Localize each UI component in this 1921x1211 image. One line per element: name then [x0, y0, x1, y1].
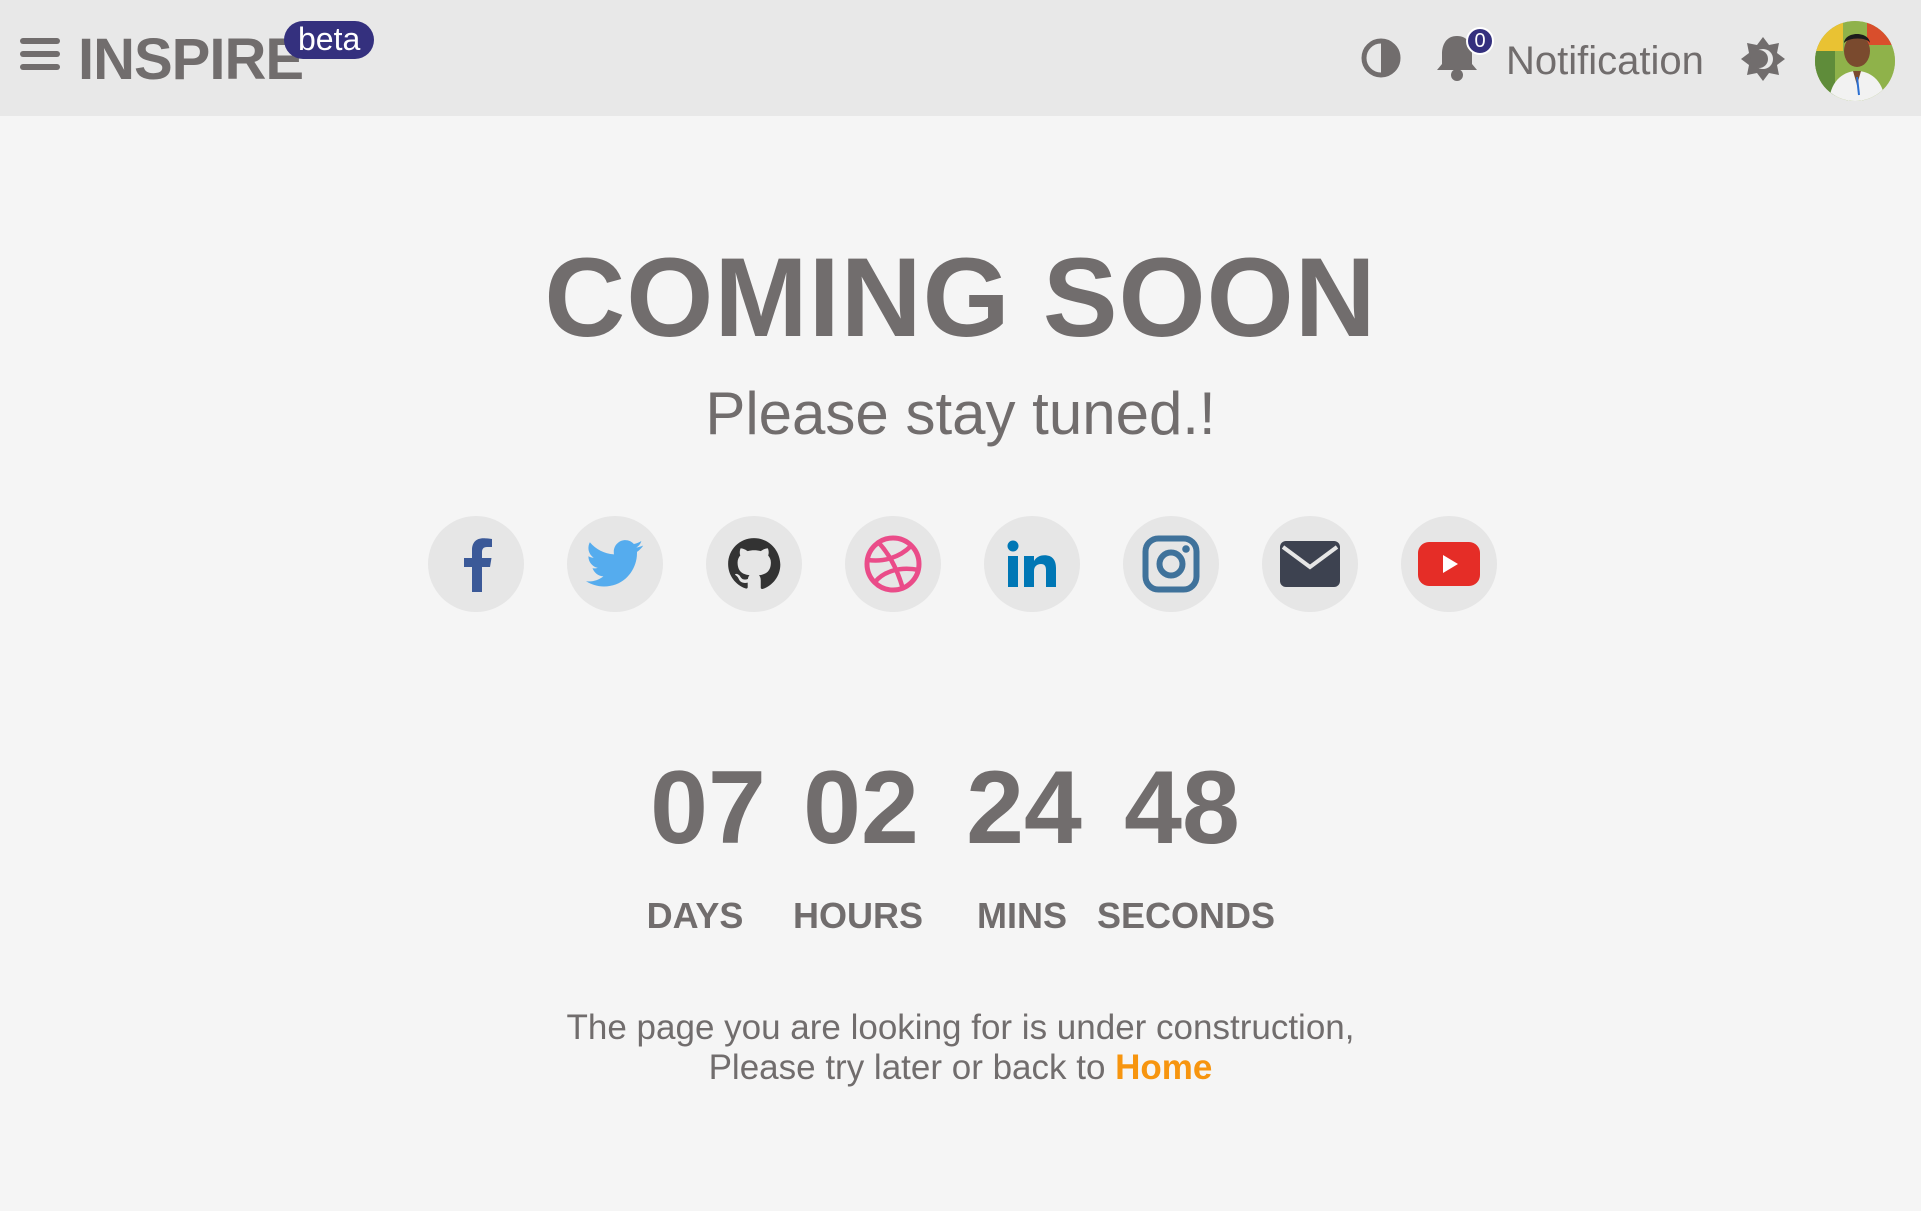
countdown-days-value: 07: [650, 750, 766, 866]
notification-label[interactable]: Notification: [1506, 38, 1704, 84]
youtube-icon: [1418, 542, 1480, 586]
menu-icon[interactable]: [20, 38, 62, 78]
countdown-mins-value: 24: [966, 750, 1082, 866]
dribbble-link[interactable]: [845, 516, 941, 612]
envelope-icon: [1280, 541, 1340, 587]
contrast-icon[interactable]: [1359, 34, 1403, 82]
theme-toggle-icon[interactable]: [1740, 36, 1786, 82]
youtube-link[interactable]: [1401, 516, 1497, 612]
page-subtitle: Please stay tuned.!: [705, 380, 1216, 447]
construction-message: The page you are looking for is under co…: [0, 1008, 1921, 1088]
countdown-seconds-value: 48: [1124, 750, 1240, 866]
brand-logo[interactable]: INSPIRE: [78, 28, 304, 92]
beta-badge: beta: [284, 21, 375, 59]
facebook-icon: [464, 538, 492, 592]
avatar[interactable]: [1815, 21, 1895, 101]
github-icon: [728, 538, 781, 590]
linkedin-link[interactable]: [984, 516, 1080, 612]
github-link[interactable]: [706, 516, 802, 612]
notification-count-badge: 0: [1466, 27, 1494, 55]
message-line-1: The page you are looking for is under co…: [566, 1008, 1355, 1047]
dribbble-icon: [864, 535, 922, 593]
instagram-link[interactable]: [1123, 516, 1219, 612]
instagram-icon: [1142, 535, 1200, 593]
email-link[interactable]: [1262, 516, 1358, 612]
social-links: [428, 516, 1497, 612]
page-title: COMING SOON: [544, 235, 1377, 360]
home-link[interactable]: Home: [1115, 1048, 1212, 1087]
linkedin-icon: [1007, 540, 1056, 587]
message-line-2-text: Please try later or back to: [708, 1048, 1106, 1087]
twitter-link[interactable]: [567, 516, 663, 612]
facebook-link[interactable]: [428, 516, 524, 612]
top-navbar: INSPIRE beta 0 Notification: [0, 0, 1921, 116]
countdown-hours-value: 02: [803, 750, 919, 866]
message-line-2: Please try later or back to Home: [0, 1048, 1921, 1088]
countdown-seconds-label: SECONDS: [1096, 895, 1276, 936]
twitter-icon: [586, 540, 644, 587]
